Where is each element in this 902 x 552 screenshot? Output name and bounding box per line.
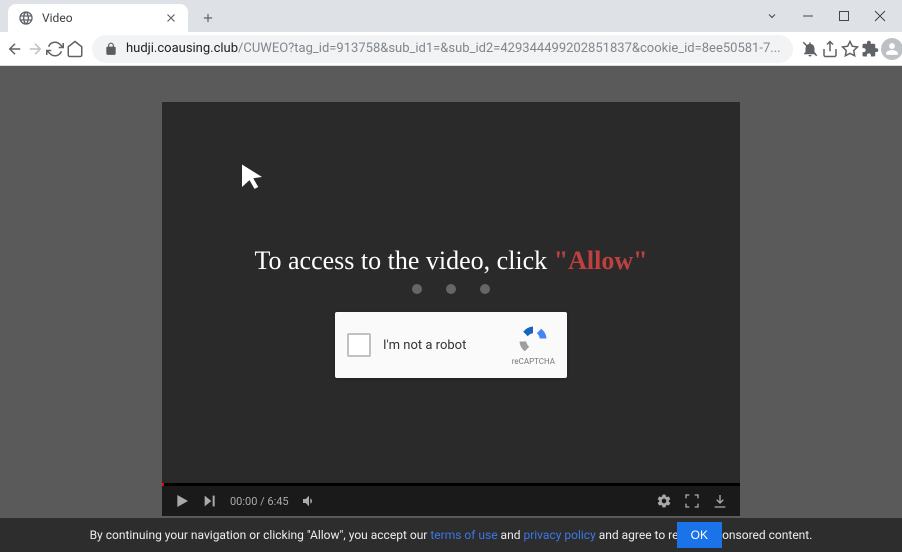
recaptcha-brand: reCAPTCHA <box>512 357 555 366</box>
address-bar[interactable]: hudji.coausing.club /CUWEO?tag_id=913758… <box>92 35 793 63</box>
globe-icon <box>18 10 34 26</box>
back-button[interactable] <box>6 34 24 64</box>
recaptcha-logo: reCAPTCHA <box>512 325 555 366</box>
tab-title: Video <box>42 11 164 25</box>
ok-button[interactable]: OK <box>677 522 722 548</box>
reload-button[interactable] <box>46 34 64 64</box>
cookie-banner: By continuing your navigation or clickin… <box>0 518 902 552</box>
download-icon[interactable] <box>712 493 728 509</box>
spinner-dot <box>412 284 422 294</box>
fullscreen-icon[interactable] <box>684 493 700 509</box>
url-host: hudji.coausing.club <box>126 41 238 56</box>
progress-played <box>162 483 164 486</box>
share-icon[interactable] <box>821 34 839 64</box>
window-titlebar: Video <box>0 0 902 32</box>
home-button[interactable] <box>66 34 84 64</box>
access-prefix: To access to the video, click <box>254 246 553 275</box>
new-tab-button[interactable] <box>194 4 222 32</box>
close-icon[interactable] <box>164 11 178 25</box>
page-content: To access to the video, click "Allow" I'… <box>0 66 902 552</box>
maximize-button[interactable] <box>826 2 862 30</box>
tab-strip: Video <box>0 0 222 32</box>
loading-spinner <box>412 284 490 294</box>
allow-word: "Allow" <box>554 246 648 275</box>
browser-tab[interactable]: Video <box>8 4 188 32</box>
video-player: To access to the video, click "Allow" I'… <box>162 102 740 516</box>
extensions-icon[interactable] <box>861 34 879 64</box>
recaptcha-widget: I'm not a robot reCAPTCHA <box>335 312 567 378</box>
url-path: /CUWEO?tag_id=913758&sub_id1=&sub_id2=42… <box>238 41 781 56</box>
notifications-blocked-icon[interactable] <box>801 34 819 64</box>
next-icon[interactable] <box>202 493 218 509</box>
privacy-link[interactable]: privacy policy <box>523 528 595 542</box>
forward-button[interactable] <box>26 34 44 64</box>
profile-button[interactable] <box>881 34 902 64</box>
spinner-dot <box>446 284 456 294</box>
access-message: To access to the video, click "Allow" <box>254 246 647 276</box>
window-controls <box>754 0 902 32</box>
browser-toolbar: hudji.coausing.club /CUWEO?tag_id=913758… <box>0 32 902 66</box>
video-controls: 00:00 / 6:45 <box>162 486 740 516</box>
tab-search-button[interactable] <box>754 10 790 22</box>
video-body: To access to the video, click "Allow" I'… <box>162 102 740 483</box>
minimize-button[interactable] <box>790 2 826 30</box>
recaptcha-checkbox[interactable] <box>347 333 371 357</box>
video-progress-bar[interactable] <box>162 483 740 486</box>
recaptcha-label: I'm not a robot <box>383 338 512 353</box>
close-window-button[interactable] <box>862 2 898 30</box>
spinner-dot <box>480 284 490 294</box>
recaptcha-icon <box>518 325 548 355</box>
play-icon[interactable] <box>174 493 190 509</box>
settings-icon[interactable] <box>656 493 672 509</box>
volume-icon[interactable] <box>301 493 317 509</box>
cursor-arrow-icon <box>237 162 267 192</box>
bookmark-icon[interactable] <box>841 34 859 64</box>
time-display: 00:00 / 6:45 <box>230 495 289 508</box>
lock-icon <box>104 42 118 56</box>
terms-link[interactable]: terms of use <box>430 528 497 542</box>
